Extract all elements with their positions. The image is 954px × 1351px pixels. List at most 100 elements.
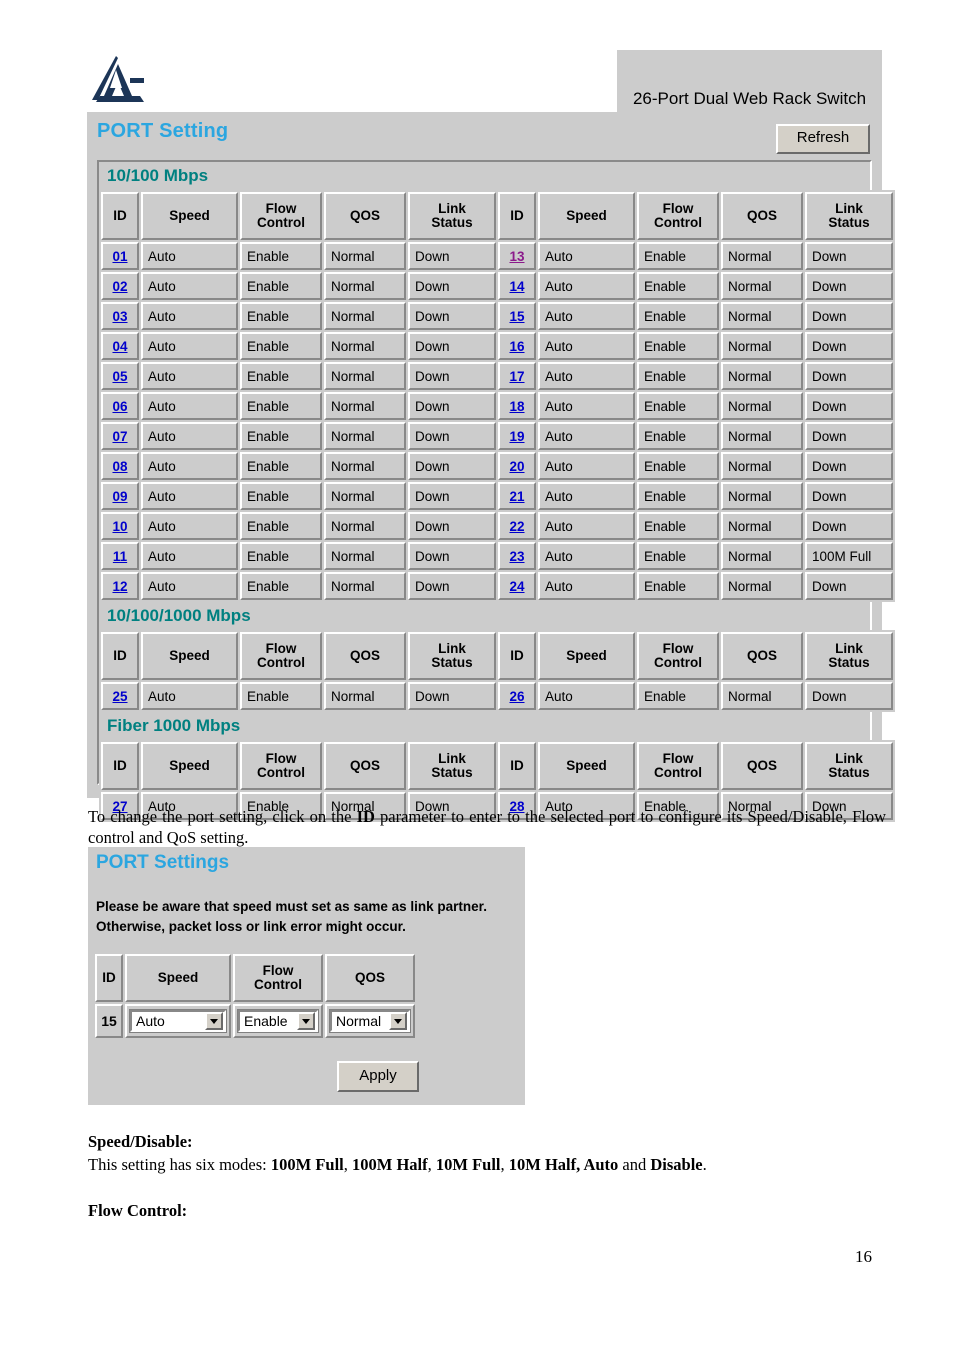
port-speed-cell: Auto — [538, 482, 635, 510]
chevron-down-icon[interactable] — [205, 1012, 223, 1030]
port-id-link-25[interactable]: 25 — [112, 689, 127, 704]
port-id-link-09[interactable]: 09 — [112, 489, 127, 504]
port-id-link-03[interactable]: 03 — [112, 309, 127, 324]
port-id-cell[interactable]: 26 — [498, 682, 536, 710]
port-link-status-cell: Down — [408, 302, 496, 330]
port-id-cell[interactable]: 20 — [498, 452, 536, 480]
port-id-cell[interactable]: 12 — [101, 572, 139, 600]
port-speed-cell: Auto — [538, 682, 635, 710]
table-row: 15 Auto Enable Normal — [95, 1004, 415, 1038]
port-id-cell[interactable]: 09 — [101, 482, 139, 510]
port-id-link-21[interactable]: 21 — [509, 489, 524, 504]
port-link-status-cell: Down — [408, 542, 496, 570]
port-id-link-24[interactable]: 24 — [509, 579, 524, 594]
port-flow-control-cell: Enable — [240, 512, 322, 540]
port-id-cell[interactable]: 11 — [101, 542, 139, 570]
refresh-button[interactable]: Refresh — [776, 124, 870, 154]
port-id-link-12[interactable]: 12 — [112, 579, 127, 594]
port-id-link-20[interactable]: 20 — [509, 459, 524, 474]
port-id-cell[interactable]: 22 — [498, 512, 536, 540]
port-link-status-cell: Down — [408, 572, 496, 600]
port-id-link-02[interactable]: 02 — [112, 279, 127, 294]
port-id-link-19[interactable]: 19 — [509, 429, 524, 444]
port-id-cell[interactable]: 04 — [101, 332, 139, 360]
port-id-cell[interactable]: 25 — [101, 682, 139, 710]
port-id-cell[interactable]: 10 — [101, 512, 139, 540]
port-id-link-08[interactable]: 08 — [112, 459, 127, 474]
apply-button[interactable]: Apply — [337, 1061, 419, 1092]
port-settings-title: PORT Settings — [96, 852, 230, 873]
port-id-cell[interactable]: 23 — [498, 542, 536, 570]
port-id-link-16[interactable]: 16 — [509, 339, 524, 354]
port-id-link-13[interactable]: 13 — [509, 249, 524, 264]
port-id-link-01[interactable]: 01 — [112, 249, 127, 264]
col-header-speed: Speed — [538, 742, 635, 790]
port-id-link-07[interactable]: 07 — [112, 429, 127, 444]
qos-select[interactable]: Normal — [329, 1009, 411, 1033]
device-title-container: 26-Port Dual Web Rack Switch — [617, 50, 882, 112]
port-id-link-17[interactable]: 17 — [509, 369, 524, 384]
col-header-speed: Speed — [141, 632, 238, 680]
port-id-cell[interactable]: 05 — [101, 362, 139, 390]
port-speed-cell: Auto — [538, 422, 635, 450]
port-id-cell[interactable]: 01 — [101, 242, 139, 270]
port-id-link-05[interactable]: 05 — [112, 369, 127, 384]
atlantis-land-logo — [92, 56, 148, 108]
port-id-link-04[interactable]: 04 — [112, 339, 127, 354]
port-link-status-cell: Down — [805, 572, 893, 600]
chevron-down-icon[interactable] — [389, 1012, 407, 1030]
port-id-cell[interactable]: 14 — [498, 272, 536, 300]
port-id-cell[interactable]: 21 — [498, 482, 536, 510]
port-id-cell[interactable]: 07 — [101, 422, 139, 450]
port-id-link-23[interactable]: 23 — [509, 549, 524, 564]
port-id-cell[interactable]: 13 — [498, 242, 536, 270]
port-qos-cell: Normal — [721, 362, 803, 390]
device-title: 26-Port Dual Web Rack Switch — [632, 89, 867, 108]
port-id-link-11[interactable]: 11 — [113, 549, 127, 564]
modes-prefix: This setting has six modes: — [88, 1155, 271, 1174]
col-header-flow-control: Flow Control — [240, 192, 322, 240]
flow-control-select[interactable]: Enable — [237, 1009, 319, 1033]
port-id-link-14[interactable]: 14 — [509, 279, 524, 294]
port-id-cell[interactable]: 19 — [498, 422, 536, 450]
port-qos-cell: Normal — [721, 392, 803, 420]
col-header-link-status: Link Status — [408, 632, 496, 680]
col-header-id: ID — [95, 954, 123, 1002]
port-table-1: ID Speed Flow Control QOS Link Status ID Speed Fl… — [99, 630, 895, 712]
speed-select-cell: Auto — [125, 1004, 231, 1038]
port-flow-control-cell: Enable — [637, 422, 719, 450]
port-flow-control-cell: Enable — [240, 542, 322, 570]
table-row: 05 Auto Enable Normal Down 17 Auto Enable Normal… — [101, 362, 893, 390]
col-header-id: ID — [498, 742, 536, 790]
port-id-link-15[interactable]: 15 — [509, 309, 524, 324]
port-id-cell[interactable]: 02 — [101, 272, 139, 300]
warning-line-1: Please be aware that speed must set as s… — [96, 899, 487, 914]
port-id-cell[interactable]: 06 — [101, 392, 139, 420]
port-speed-cell: Auto — [141, 542, 238, 570]
port-id-cell[interactable]: 18 — [498, 392, 536, 420]
port-id-link-18[interactable]: 18 — [509, 399, 524, 414]
port-id-cell[interactable]: 17 — [498, 362, 536, 390]
port-qos-cell: Normal — [324, 572, 406, 600]
flow-control-heading-text: Flow Control: — [88, 1201, 188, 1220]
port-id-link-10[interactable]: 10 — [112, 519, 127, 534]
table-row: 12 Auto Enable Normal Down 24 Auto Enable Normal… — [101, 572, 893, 600]
port-id-cell[interactable]: 24 — [498, 572, 536, 600]
speed-select[interactable]: Auto — [129, 1009, 227, 1033]
col-header-id: ID — [101, 742, 139, 790]
port-qos-cell: Normal — [324, 512, 406, 540]
port-link-status-cell: Down — [408, 392, 496, 420]
port-flow-control-cell: Enable — [240, 572, 322, 600]
speed-select-value: Auto — [136, 1013, 165, 1029]
port-id-cell[interactable]: 08 — [101, 452, 139, 480]
port-id-link-06[interactable]: 06 — [112, 399, 127, 414]
page-title: PORT Setting — [97, 120, 229, 142]
port-id-cell[interactable]: 16 — [498, 332, 536, 360]
port-speed-cell: Auto — [538, 302, 635, 330]
port-id-cell[interactable]: 03 — [101, 302, 139, 330]
port-id-cell[interactable]: 15 — [498, 302, 536, 330]
port-id-link-26[interactable]: 26 — [509, 689, 524, 704]
port-id-link-22[interactable]: 22 — [509, 519, 524, 534]
chevron-down-icon[interactable] — [297, 1012, 315, 1030]
port-link-status-cell: Down — [805, 452, 893, 480]
